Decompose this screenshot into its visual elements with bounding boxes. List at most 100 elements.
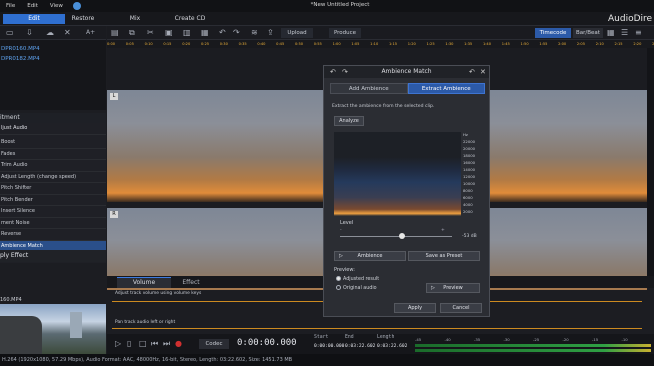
- play-icon[interactable]: ▷: [115, 340, 123, 348]
- upload-icon[interactable]: ⇪: [267, 29, 275, 37]
- save-preset-button[interactable]: Save as Preset: [408, 251, 480, 261]
- wave-icon[interactable]: ≋: [251, 29, 259, 37]
- timecode-button[interactable]: Timecode: [535, 28, 571, 38]
- freq-label: 6000: [463, 195, 473, 200]
- mode-edit-tab[interactable]: Edit: [3, 14, 65, 24]
- paste-icon[interactable]: ▣: [165, 29, 173, 37]
- undo-icon[interactable]: ↶: [330, 67, 336, 77]
- freq-label: Hz: [463, 132, 468, 137]
- tab-volume[interactable]: Volume: [117, 277, 171, 288]
- delete-icon[interactable]: ▥: [183, 29, 191, 37]
- level-slider[interactable]: [340, 236, 452, 237]
- brand-logo: AudioDire: [608, 14, 653, 24]
- ruler-tick-label: 1:25: [426, 42, 435, 46]
- end-label: End: [345, 335, 354, 340]
- menu-view[interactable]: View: [44, 3, 69, 9]
- preview-label: Preview:: [334, 267, 355, 273]
- cut-icon[interactable]: ✂: [147, 29, 155, 37]
- pan-key-line[interactable]: [112, 328, 642, 329]
- effect-item-boost[interactable]: Boost: [0, 137, 106, 149]
- play-icon: ▷: [431, 285, 435, 291]
- video-name: 160.MP4: [0, 297, 22, 303]
- effects-list: ljust Audio Boost Fades Trim Audio Adjus…: [0, 123, 106, 263]
- next-icon[interactable]: ⏭: [163, 340, 171, 348]
- mode-restore-tab[interactable]: Restore: [68, 14, 98, 24]
- menu-file[interactable]: File: [0, 3, 21, 9]
- ambience-match-dialog: Ambience Match ↶ ↷ ↶ ✕ Add Ambience Extr…: [323, 65, 490, 317]
- list-view-icon[interactable]: ☰: [621, 29, 629, 37]
- record-icon[interactable]: ●: [175, 340, 183, 348]
- menu-icon[interactable]: ≡: [635, 29, 643, 37]
- level-meter-left: [415, 344, 651, 347]
- level-slider-thumb[interactable]: [398, 233, 405, 239]
- freq-label: 8000: [463, 188, 473, 193]
- play-icon: ▷: [339, 253, 343, 259]
- app-logo-icon: [72, 2, 81, 10]
- effect-item-reverse[interactable]: Reverse: [0, 229, 106, 241]
- grid-icon[interactable]: ▦: [607, 29, 615, 37]
- trash-icon[interactable]: ✕: [64, 29, 72, 37]
- menu-edit[interactable]: Edit: [21, 3, 44, 9]
- redo-icon[interactable]: ↷: [342, 67, 348, 77]
- mode-mix-tab[interactable]: Mix: [125, 14, 145, 24]
- effect-item-fades[interactable]: Fades: [0, 149, 106, 160]
- analyze-button[interactable]: Analyze: [334, 116, 364, 126]
- list-item[interactable]: DPR0160.MP4: [0, 44, 106, 54]
- effect-item-pitch-shifter[interactable]: Pitch Shifter: [0, 183, 106, 195]
- cloud-icon[interactable]: ☁: [46, 29, 54, 37]
- import-icon[interactable]: ▭: [6, 29, 14, 37]
- select-icon[interactable]: ▤: [111, 29, 119, 37]
- vertical-scrollbar[interactable]: [647, 48, 654, 276]
- download-icon[interactable]: ⇩: [26, 29, 34, 37]
- redo-icon[interactable]: ↷: [233, 29, 241, 37]
- effect-item-pitch-bender[interactable]: Pitch Bender: [0, 195, 106, 206]
- upload-button[interactable]: Upload: [281, 28, 313, 38]
- tab-effect[interactable]: Effect: [171, 277, 211, 288]
- radio-original-audio[interactable]: Original audio: [336, 285, 377, 291]
- tab-add-ambience[interactable]: Add Ambience: [330, 83, 408, 94]
- undo-icon[interactable]: ↶: [219, 29, 227, 37]
- effect-item-adjust-length[interactable]: Adjust Length (change speed): [0, 172, 106, 183]
- close-icon[interactable]: ✕: [480, 67, 486, 77]
- meter-mark: -20: [562, 337, 569, 342]
- length-label: Length: [377, 335, 395, 340]
- codec-select[interactable]: Codec: [199, 339, 229, 349]
- pause-icon[interactable]: ▯: [127, 340, 135, 348]
- frequency-axis: Hz 22000 20000 18000 16000 14000 12000 1…: [463, 132, 483, 216]
- meter-mark: -40: [444, 337, 451, 342]
- apply-effect-header[interactable]: ply Effect: [0, 250, 106, 262]
- radio-checked-icon: [336, 276, 341, 281]
- media-library: DPR0160.MP4 DPR0182.MP4: [0, 40, 106, 110]
- current-time: 0:00:00.000: [237, 338, 297, 348]
- apply-button[interactable]: Apply: [394, 303, 436, 313]
- transport-bar: ▷ ▯ □ ⏮ ⏭ ● Codec 0:00:00.000 Start 0:00…: [107, 334, 654, 354]
- radio-unchecked-icon: [336, 285, 341, 290]
- clipboard-icon[interactable]: ▦: [201, 29, 209, 37]
- effects-category[interactable]: ljust Audio: [0, 123, 106, 135]
- produce-button[interactable]: Produce: [329, 28, 361, 38]
- ambience-play-button[interactable]: ▷ Ambience: [334, 251, 406, 261]
- ambience-button-label: Ambience: [357, 253, 383, 259]
- tab-extract-ambience[interactable]: Extract Ambience: [407, 83, 485, 94]
- copy-icon[interactable]: ⧉: [129, 29, 137, 37]
- mode-create-cd-tab[interactable]: Create CD: [170, 14, 210, 24]
- main-toolbar: ▤ ⧉ ✂ ▣ ▥ ▦ ↶ ↷ ≋ ⇪ Upload Produce Timec…: [107, 26, 654, 40]
- effect-item-trim-audio[interactable]: Trim Audio: [0, 160, 106, 172]
- bar-beat-button[interactable]: Bar/Beat: [573, 28, 603, 38]
- reset-icon[interactable]: ↶: [469, 67, 475, 77]
- stop-icon[interactable]: □: [139, 340, 147, 348]
- text-size-icon[interactable]: A+: [86, 29, 104, 37]
- effect-item-insert-silence[interactable]: Insert Silence: [0, 206, 106, 218]
- freq-label: 14000: [463, 167, 476, 172]
- previous-icon[interactable]: ⏮: [151, 340, 159, 348]
- ruler-tick-label: 0:40: [257, 42, 266, 46]
- cancel-button[interactable]: Cancel: [440, 303, 482, 313]
- preview-button[interactable]: ▷ Preview: [426, 283, 480, 293]
- radio-adjusted-result[interactable]: Adjusted result: [336, 276, 379, 282]
- list-item[interactable]: DPR0182.MP4: [0, 54, 106, 64]
- ruler-tick-label: 0:30: [219, 42, 228, 46]
- radio-label: Original audio: [343, 286, 377, 291]
- preview-button-label: Preview: [443, 285, 463, 291]
- timeline-ruler[interactable]: 0:00 0:05 0:10 0:15 0:20 0:25 0:30 0:35 0:40 0:45…: [107, 40, 654, 48]
- effect-item-noise[interactable]: ment Noise: [0, 218, 106, 229]
